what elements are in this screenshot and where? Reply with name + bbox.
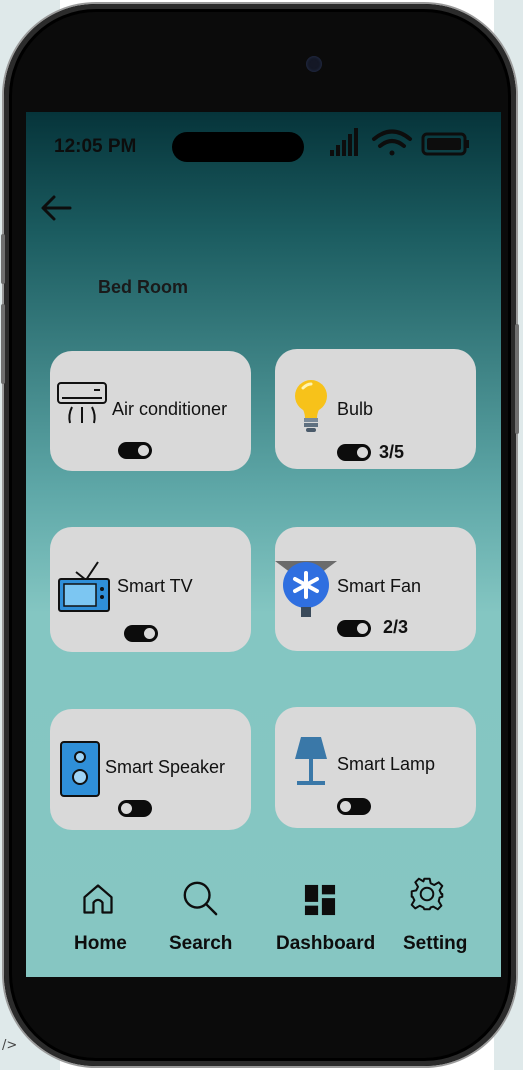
device-label: Bulb (337, 399, 374, 419)
nav-item-search[interactable]: Search (164, 867, 244, 962)
status-time: 12:05 PM (54, 136, 137, 157)
phone-side-button (515, 324, 519, 434)
device-label: Air conditioner (112, 399, 228, 419)
wifi-icon (372, 129, 412, 156)
device-card-smart-fan[interactable]: Smart Fan 2/3 (275, 527, 476, 651)
dynamic-island (172, 132, 304, 162)
device-count: 2/3 (383, 617, 409, 637)
device-label: Smart Lamp (337, 754, 436, 774)
cellular-signal-icon (330, 128, 358, 156)
nav-label-setting: Setting (403, 933, 468, 954)
phone-side-button (1, 304, 5, 384)
device-toggle[interactable] (337, 620, 371, 637)
fan-icon (275, 561, 337, 617)
front-camera (306, 56, 322, 72)
device-label: Smart TV (117, 576, 193, 596)
status-icons (330, 128, 469, 156)
device-toggle[interactable] (118, 442, 152, 459)
device-card-smart-speaker[interactable]: Smart Speaker (50, 709, 251, 830)
device-label: Smart Speaker (105, 757, 226, 777)
back-arrow-icon[interactable] (38, 190, 74, 226)
app-screen: 12:05 PM Bed Room Air conditioner Bulb 3… (26, 112, 501, 977)
lamp-icon (295, 737, 327, 785)
nav-item-home[interactable]: Home (66, 867, 136, 962)
dashboard-icon (304, 884, 336, 916)
device-count: 3/5 (379, 442, 405, 462)
device-toggle[interactable] (118, 800, 152, 817)
air-conditioner-icon (57, 382, 107, 424)
device-card-bulb[interactable]: Bulb 3/5 (275, 349, 476, 469)
device-toggle[interactable] (337, 444, 371, 461)
device-card-smart-lamp[interactable]: Smart Lamp (275, 707, 476, 828)
nav-item-dashboard[interactable]: Dashboard (274, 867, 384, 962)
lightbulb-icon (295, 380, 327, 432)
device-label: Smart Fan (337, 576, 422, 596)
nav-item-setting[interactable]: Setting (402, 867, 482, 962)
nav-label-dashboard: Dashboard (276, 933, 376, 954)
device-toggle[interactable] (337, 798, 371, 815)
phone-side-button (1, 234, 5, 284)
battery-icon (421, 132, 469, 156)
home-icon (83, 884, 113, 914)
tv-icon (58, 561, 110, 612)
phone-frame: 12:05 PM Bed Room Air conditioner Bulb 3… (1, 4, 519, 1066)
speaker-icon (60, 741, 100, 797)
gear-icon (410, 877, 444, 911)
device-toggle[interactable] (124, 625, 158, 642)
search-icon (183, 881, 218, 916)
nav-label-search: Search (169, 933, 233, 954)
background-edge-glyph: /> (2, 1038, 18, 1053)
device-card-air-conditioner[interactable]: Air conditioner (50, 351, 251, 471)
bottom-nav: Home Search Dashboard Setting (26, 867, 501, 967)
nav-label-home: Home (74, 933, 127, 954)
room-title: Bed Room (98, 277, 188, 297)
device-card-smart-tv[interactable]: Smart TV (50, 527, 251, 652)
